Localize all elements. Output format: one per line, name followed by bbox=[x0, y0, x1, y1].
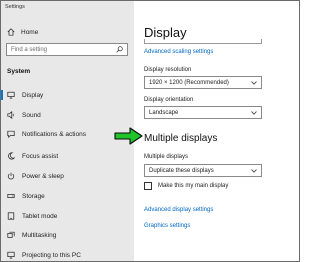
sidebar-item-label: Multitasking bbox=[22, 231, 57, 239]
sidebar-item-label: Tablet mode bbox=[22, 212, 58, 220]
window-title: Settings bbox=[5, 4, 25, 10]
main-content: Display Advanced scaling settings Displa… bbox=[134, 1, 299, 261]
chevron-down-icon bbox=[251, 110, 257, 115]
sidebar-item-label: Notifications & actions bbox=[22, 130, 86, 138]
monitor-icon bbox=[7, 91, 15, 99]
search-input[interactable]: Find a setting bbox=[6, 43, 128, 56]
advanced-scaling-link[interactable]: Advanced scaling settings bbox=[144, 49, 213, 55]
sidebar-item-storage[interactable]: Storage bbox=[1, 188, 134, 204]
multiple-displays-heading: Multiple displays bbox=[144, 133, 218, 144]
tablet-icon bbox=[7, 212, 15, 220]
search-placeholder: Find a setting bbox=[11, 46, 48, 53]
resolution-dropdown[interactable]: 1920 × 1200 (Recommended) bbox=[144, 76, 262, 89]
moon-icon bbox=[8, 152, 15, 160]
sidebar-item-focus-assist[interactable]: Focus assist bbox=[1, 148, 134, 164]
home-label: Home bbox=[21, 28, 39, 36]
sidebar-item-power-sleep[interactable]: Power & sleep bbox=[1, 168, 134, 184]
notification-icon bbox=[7, 130, 15, 138]
main-display-checkbox-row[interactable]: Make this my main display bbox=[144, 182, 228, 190]
multiple-displays-dropdown[interactable]: Duplicate these displays bbox=[144, 164, 262, 177]
sidebar-item-tablet-mode[interactable]: Tablet mode bbox=[1, 208, 134, 224]
sidebar-item-label: Focus assist bbox=[22, 152, 59, 160]
multiple-displays-value: Duplicate these displays bbox=[149, 167, 214, 174]
sidebar-item-label: Power & sleep bbox=[22, 172, 64, 180]
advanced-display-link[interactable]: Advanced display settings bbox=[144, 207, 213, 213]
chevron-down-icon bbox=[251, 80, 257, 85]
multitasking-icon bbox=[7, 231, 15, 238]
multiple-displays-label: Multiple displays bbox=[144, 154, 189, 160]
sidebar-item-projecting[interactable]: Projecting to this PC bbox=[1, 247, 134, 261]
sidebar-item-multitasking[interactable]: Multitasking bbox=[1, 227, 134, 243]
chevron-down-icon bbox=[251, 168, 257, 173]
search-icon bbox=[116, 46, 123, 53]
resolution-label: Display resolution bbox=[144, 67, 192, 73]
projecting-icon bbox=[7, 251, 15, 259]
storage-icon bbox=[7, 194, 15, 198]
orientation-label: Display orientation bbox=[144, 97, 194, 103]
power-icon bbox=[7, 172, 15, 180]
sidebar-item-display[interactable]: Display bbox=[1, 87, 134, 103]
resolution-value: 1920 × 1200 (Recommended) bbox=[149, 79, 229, 86]
orientation-value: Landscape bbox=[149, 109, 179, 116]
green-arrow-icon bbox=[114, 127, 143, 145]
main-display-checkbox-label: Make this my main display bbox=[158, 183, 229, 189]
home-icon bbox=[7, 28, 15, 36]
settings-window: Settings Home Find a setting System Disp… bbox=[0, 0, 300, 262]
sidebar-item-label: Storage bbox=[22, 192, 45, 200]
scrolled-card-edge bbox=[144, 39, 262, 44]
graphics-settings-link[interactable]: Graphics settings bbox=[144, 223, 190, 229]
page-title: Display bbox=[144, 25, 187, 40]
sidebar-item-label: Projecting to this PC bbox=[22, 251, 81, 259]
sidebar-item-label: Display bbox=[22, 91, 44, 99]
speaker-icon bbox=[7, 111, 14, 119]
section-label: System bbox=[7, 68, 31, 75]
sidebar-item-sound[interactable]: Sound bbox=[1, 107, 134, 123]
main-display-checkbox[interactable] bbox=[144, 182, 152, 190]
sidebar-item-label: Sound bbox=[22, 111, 41, 119]
orientation-dropdown[interactable]: Landscape bbox=[144, 106, 262, 119]
home-link[interactable]: Home bbox=[7, 28, 38, 36]
